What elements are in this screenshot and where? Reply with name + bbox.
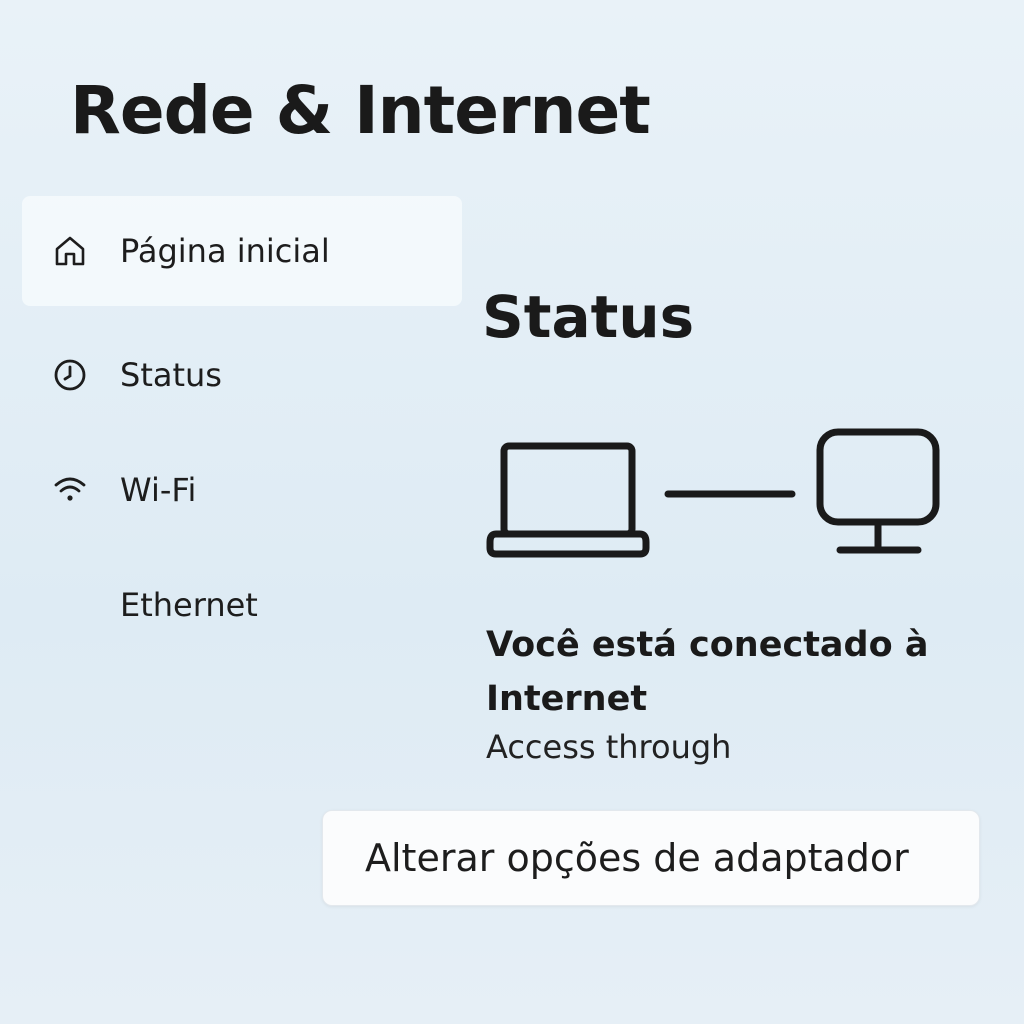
laptop-icon: [486, 442, 650, 558]
connection-diagram: [486, 428, 940, 558]
sidebar-item-label: Wi-Fi: [120, 471, 197, 509]
clock-icon: [52, 357, 88, 393]
wifi-icon: [52, 472, 88, 508]
page-title: Rede & Internet: [70, 72, 651, 149]
sidebar-item-status[interactable]: Status: [22, 320, 462, 430]
sidebar-item-home[interactable]: Página inicial: [22, 196, 462, 306]
section-title: Status: [482, 283, 695, 351]
sidebar-item-label: Status: [120, 356, 222, 394]
home-icon: [52, 233, 88, 269]
change-adapter-options-button[interactable]: Alterar opções de adaptador: [322, 810, 980, 906]
sidebar-item-ethernet[interactable]: Ethernet: [22, 550, 462, 660]
sidebar-item-wifi[interactable]: Wi-Fi: [22, 435, 462, 545]
sidebar-item-label: Página inicial: [120, 232, 330, 270]
monitor-icon: [816, 428, 940, 554]
connection-status-heading: Você está conectado à Internet: [486, 625, 929, 719]
sidebar-item-label: Ethernet: [120, 586, 258, 624]
connection-status-subtext: Access through: [486, 728, 732, 766]
